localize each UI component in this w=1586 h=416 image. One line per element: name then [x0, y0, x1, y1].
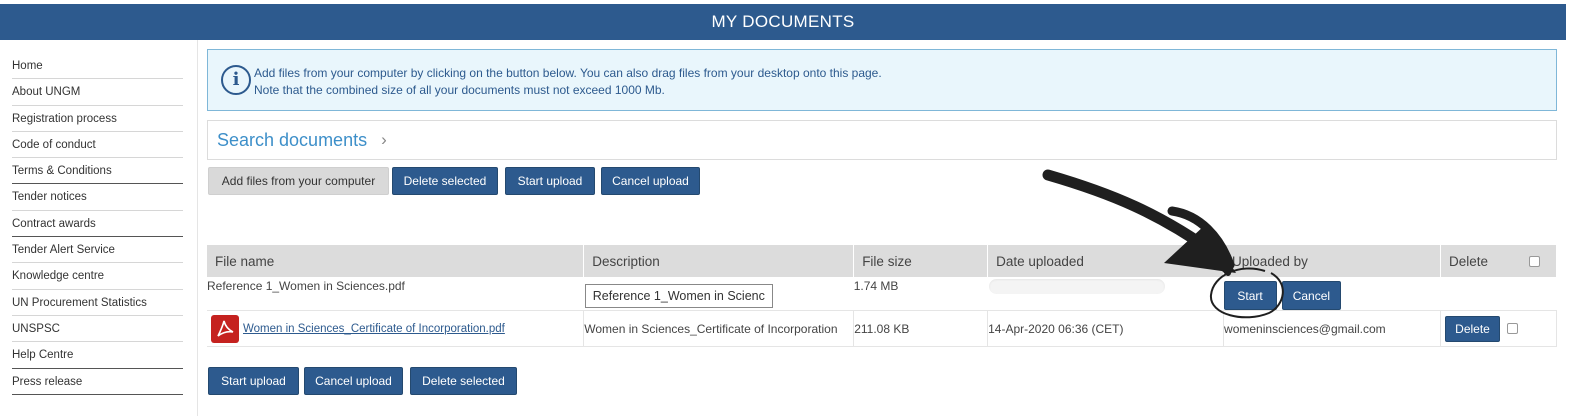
column-header-file-size[interactable]: File size	[853, 245, 989, 277]
uploaded-by: womeninsciences@gmail.com	[1223, 310, 1441, 347]
sidebar-item-registration-process[interactable]: Registration process	[12, 106, 183, 132]
row-select-checkbox[interactable]	[1507, 323, 1519, 334]
upload-progress-bar	[988, 279, 1165, 294]
page-header: MY DOCUMENTS	[0, 4, 1566, 40]
sidebar: Home About UNGM Registration process Cod…	[0, 40, 198, 416]
sidebar-item-un-procurement-statistics[interactable]: UN Procurement Statistics	[12, 290, 183, 316]
start-upload-button[interactable]: Start upload	[505, 167, 595, 195]
sidebar-item-contract-awards[interactable]: Contract awards	[12, 211, 183, 238]
sidebar-item-unspsc[interactable]: UNSPSC	[12, 316, 183, 343]
column-header-uploaded-by[interactable]: Uploaded by	[1223, 245, 1441, 277]
pending-upload-row: Reference 1_Women in Sciences.pdf 1.74 M…	[207, 277, 1557, 311]
sidebar-item-about-ungm[interactable]: About UNGM	[12, 79, 183, 106]
add-files-button[interactable]: Add files from your computer	[208, 167, 389, 195]
pending-description-cell	[584, 277, 854, 311]
info-line-1: Add files from your computer by clicking…	[254, 66, 882, 80]
footer-delete-selected-button[interactable]: Delete selected	[410, 367, 517, 395]
pdf-file-icon	[211, 314, 239, 343]
delete-cell: Delete	[1440, 310, 1557, 347]
documents-table: File name Description File size Date upl…	[207, 245, 1557, 347]
uploaded-date: 14-Apr-2020 06:36 (CET)	[987, 310, 1225, 347]
info-line-2: Note that the combined size of all your …	[254, 82, 665, 97]
table-header-row: File name Description File size Date upl…	[207, 245, 1557, 277]
column-header-file-name[interactable]: File name	[207, 245, 585, 277]
footer-cancel-upload-button[interactable]: Cancel upload	[304, 367, 403, 395]
column-header-delete: Delete	[1440, 245, 1557, 277]
sidebar-item-terms-conditions[interactable]: Terms & Conditions	[12, 158, 183, 185]
search-documents-toggle[interactable]: Search documents ›	[207, 120, 1557, 160]
sidebar-item-knowledge-centre[interactable]: Knowledge centre	[12, 263, 183, 290]
start-button[interactable]: Start	[1223, 281, 1277, 310]
footer-start-upload-button[interactable]: Start upload	[208, 367, 299, 395]
cancel-button[interactable]: Cancel	[1281, 281, 1341, 310]
info-circle-icon: i	[221, 65, 251, 95]
cancel-upload-button[interactable]: Cancel upload	[601, 167, 700, 195]
page-title: MY DOCUMENTS	[711, 12, 855, 31]
pending-progress-cell	[988, 277, 1224, 311]
description-input[interactable]	[584, 283, 773, 308]
column-header-description[interactable]: Description	[583, 245, 855, 277]
delete-file-button[interactable]: Delete	[1445, 315, 1500, 342]
sidebar-item-press-release[interactable]: Press release	[12, 369, 183, 395]
column-header-delete-label: Delete	[1449, 253, 1489, 269]
uploaded-file-size: 211.08 KB	[853, 310, 989, 347]
uploaded-file-cell: Women in Sciences_Certificate of Incorpo…	[207, 310, 585, 347]
sidebar-item-tender-notices[interactable]: Tender notices	[12, 184, 183, 211]
select-all-checkbox[interactable]	[1529, 255, 1540, 267]
pending-actions-cell: Start Cancel	[1223, 277, 1441, 311]
pending-file-name: Reference 1_Women in Sciences.pdf	[207, 279, 405, 293]
sidebar-item-home[interactable]: Home	[12, 53, 183, 80]
sidebar-item-code-of-conduct[interactable]: Code of conduct	[12, 132, 183, 159]
search-documents-label: Search documents	[217, 129, 368, 150]
file-link[interactable]: Women in Sciences_Certificate of Incorpo…	[243, 323, 505, 335]
info-text: Add files from your computer by clicking…	[254, 65, 882, 98]
delete-selected-button[interactable]: Delete selected	[392, 167, 498, 195]
table-row: Women in Sciences_Certificate of Incorpo…	[207, 310, 1557, 347]
sidebar-item-tender-alert-service[interactable]: Tender Alert Service	[12, 237, 183, 264]
chevron-right-icon: ›	[381, 130, 387, 149]
info-banner: i Add files from your computer by clicki…	[207, 49, 1557, 111]
column-header-date-uploaded[interactable]: Date uploaded	[987, 245, 1225, 277]
sidebar-item-help-centre[interactable]: Help Centre	[12, 342, 183, 369]
pending-file-size: 1.74 MB	[853, 279, 899, 293]
uploaded-description: Women in Sciences_Certificate of Incorpo…	[583, 310, 855, 347]
